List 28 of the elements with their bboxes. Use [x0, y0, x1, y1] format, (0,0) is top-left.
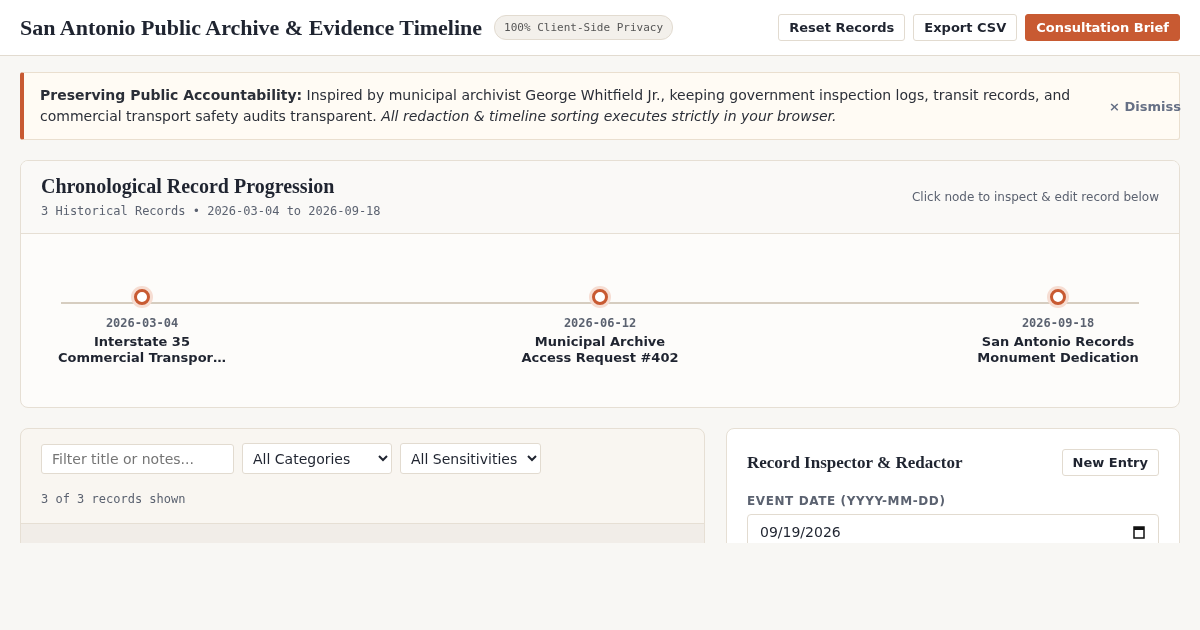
filter-field[interactable]: Filter title or notes... [41, 443, 234, 474]
filter-dropdown[interactable]: All Categories [242, 443, 392, 474]
timeline-node[interactable] [134, 289, 150, 305]
event-date: 2026-09-18 [1021, 316, 1095, 330]
timeline-node[interactable] [1050, 289, 1066, 305]
brief-button[interactable]: Consultation Brief [1025, 14, 1180, 41]
field-label: EVENT DATE (YYYY-MM-DD) [747, 494, 947, 508]
date-field[interactable]: 09/19/2026 [747, 514, 1159, 543]
reset-button[interactable]: Reset Records [778, 14, 906, 41]
record-summary: 3 Historical Records • 2026-03-04 to 2026-09-18 [41, 204, 381, 218]
event-title[interactable]: Interstate 35 Commercial Transpor… [52, 334, 232, 366]
record-count: 3 of 3 records shown [40, 491, 187, 508]
timeline-hint: Click node to inspect & edit record below [912, 189, 1159, 204]
event-date: 2026-03-04 [105, 316, 179, 330]
app-title: San Antonio Public Archive & Evidence Timeline [20, 14, 483, 41]
notice-text: Preserving Public Accountability: Inspired by municipal archivist George Whitfield Jr., keeping government inspection logs, transit records, and commercial transport safety audits transparent. All redaction & timeline sorting executes strictly in your browser. [40, 86, 1072, 126]
export-button[interactable]: Export CSV [913, 14, 1018, 41]
timeline-node[interactable] [592, 289, 608, 305]
event-title[interactable]: San Antonio Records Monument Dedication [968, 334, 1148, 366]
calendar-icon[interactable] [1132, 525, 1146, 539]
inspector-title: Record Inspector & Redactor [747, 452, 963, 473]
event-title[interactable]: Municipal Archive Access Request #402 [510, 334, 690, 366]
new-entry-button[interactable]: New Entry [1061, 449, 1159, 476]
privacy-badge: 100% Client-Side Privacy [494, 15, 673, 40]
event-date: 2026-06-12 [563, 316, 637, 330]
timeline-title: Chronological Record Progression [41, 175, 336, 198]
dismiss-button[interactable]: × Dismiss [1109, 98, 1181, 114]
filter-dropdown[interactable]: All Sensitivities [400, 443, 541, 474]
